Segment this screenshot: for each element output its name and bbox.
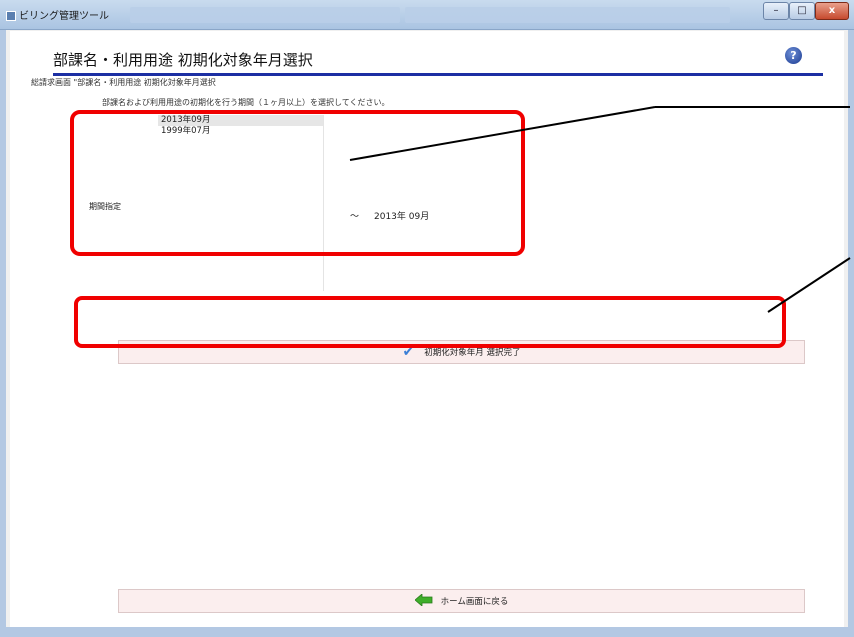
highlight-box-confirm: [74, 296, 786, 348]
minimize-button[interactable]: –: [763, 2, 789, 20]
title-underline: [53, 73, 823, 76]
titlebar-blur: [130, 7, 400, 23]
app-icon: [6, 11, 16, 21]
instruction-text: 部課名および利用用途の初期化を行う期間（１ヶ月以上）を選択してください。: [102, 98, 390, 107]
page-title: 部課名・利用用途 初期化対象年月選択: [53, 51, 313, 69]
close-button[interactable]: x: [815, 2, 849, 20]
maximize-button[interactable]: □: [789, 2, 815, 20]
back-to-home-button[interactable]: ホーム画面に戻る: [118, 589, 805, 613]
window-frame-left: [0, 30, 6, 637]
window-frame-bottom: [0, 627, 854, 637]
titlebar-blur: [405, 7, 730, 23]
breadcrumb: 総請求画面 "部課名・利用用途 初期化対象年月選択: [31, 78, 216, 87]
help-icon[interactable]: ?: [785, 47, 802, 64]
home-button-label: ホーム画面に戻る: [440, 597, 509, 607]
window-titlebar: ビリング管理ツール – □ x: [0, 0, 854, 30]
window-frame-right: [848, 30, 854, 637]
highlight-box-period: [70, 110, 525, 256]
left-arrow-icon: [414, 592, 433, 609]
window-title: ビリング管理ツール: [19, 11, 109, 22]
